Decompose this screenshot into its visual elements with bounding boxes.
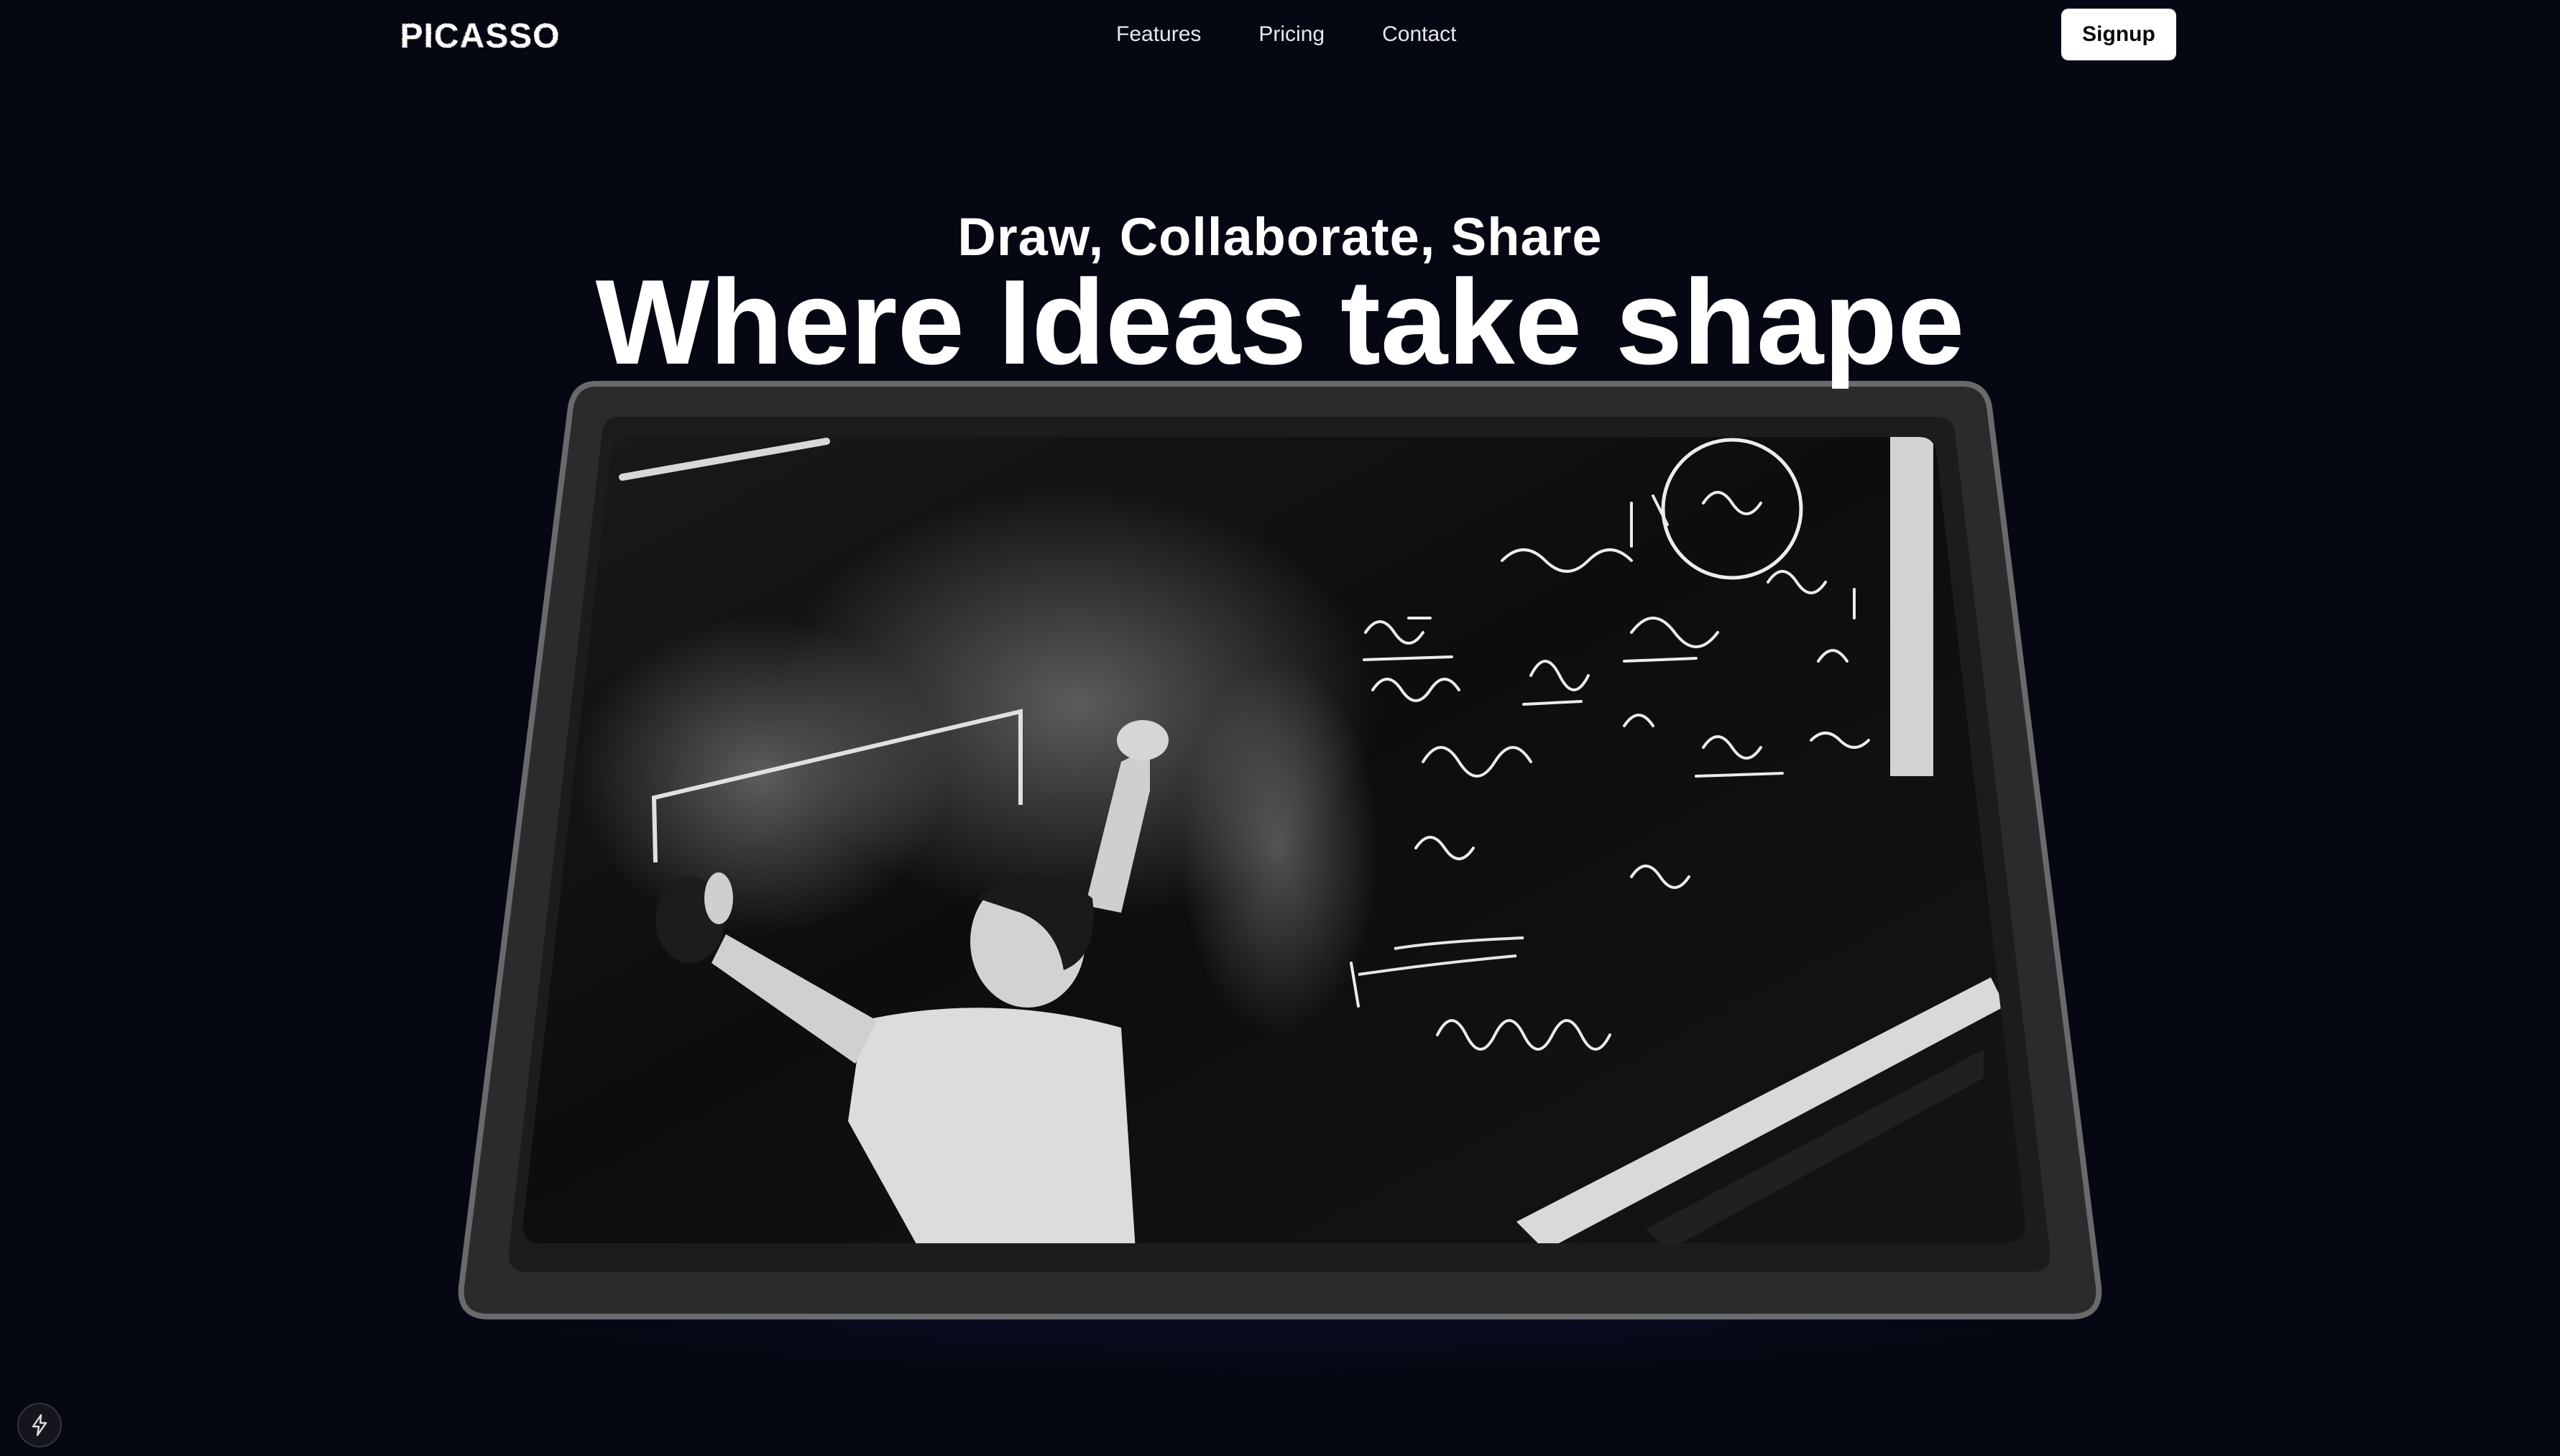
brand-logo[interactable]: PICASSO: [397, 13, 563, 57]
lecturer-figure: [655, 720, 1169, 1243]
tablet-shadow: [402, 1222, 2156, 1380]
brand-logo-text: PICASSO: [400, 17, 560, 55]
bolt-icon: [32, 1414, 47, 1437]
screen-image: [522, 437, 2026, 1243]
nav-link-features[interactable]: Features: [1116, 22, 1201, 47]
signup-button[interactable]: Signup: [2061, 9, 2176, 60]
bolt-button[interactable]: [17, 1403, 62, 1447]
nav-link-contact[interactable]: Contact: [1382, 22, 1456, 47]
hero-title: Where Ideas take shape: [595, 254, 1965, 390]
top-navbar: PICASSO Features Pricing Contact Signup: [0, 0, 2560, 72]
nav-link-pricing[interactable]: Pricing: [1258, 22, 1325, 47]
tablet-bezel: [508, 417, 2050, 1272]
tablet-frame: [458, 381, 2102, 1319]
main-nav: Features Pricing Contact: [1116, 20, 1456, 49]
